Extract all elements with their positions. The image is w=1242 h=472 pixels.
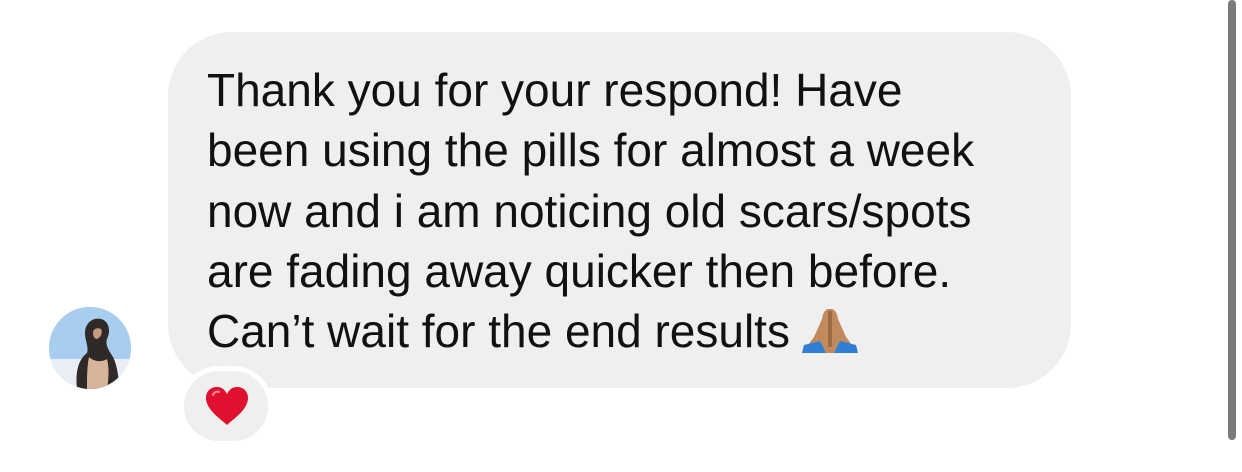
message-line: Thank you for your respond! Have	[207, 64, 903, 116]
message-line: Can’t wait for the end results	[207, 301, 860, 361]
chat-thread: Thank you for your respond! Have been us…	[0, 0, 1242, 472]
red-heart-icon	[206, 387, 248, 425]
avatar[interactable]	[49, 307, 131, 389]
message-line: now and i am noticing old scars/spots	[207, 185, 972, 237]
message-line: been using the pills for almost a week	[207, 124, 975, 176]
scrollbar[interactable]	[1222, 0, 1242, 472]
avatar-photo	[49, 307, 131, 389]
reaction-pill[interactable]	[179, 366, 273, 446]
message-line: are fading away quicker then before.	[207, 245, 952, 297]
folded-hands-icon	[800, 307, 860, 353]
scrollbar-thumb[interactable]	[1228, 0, 1236, 440]
